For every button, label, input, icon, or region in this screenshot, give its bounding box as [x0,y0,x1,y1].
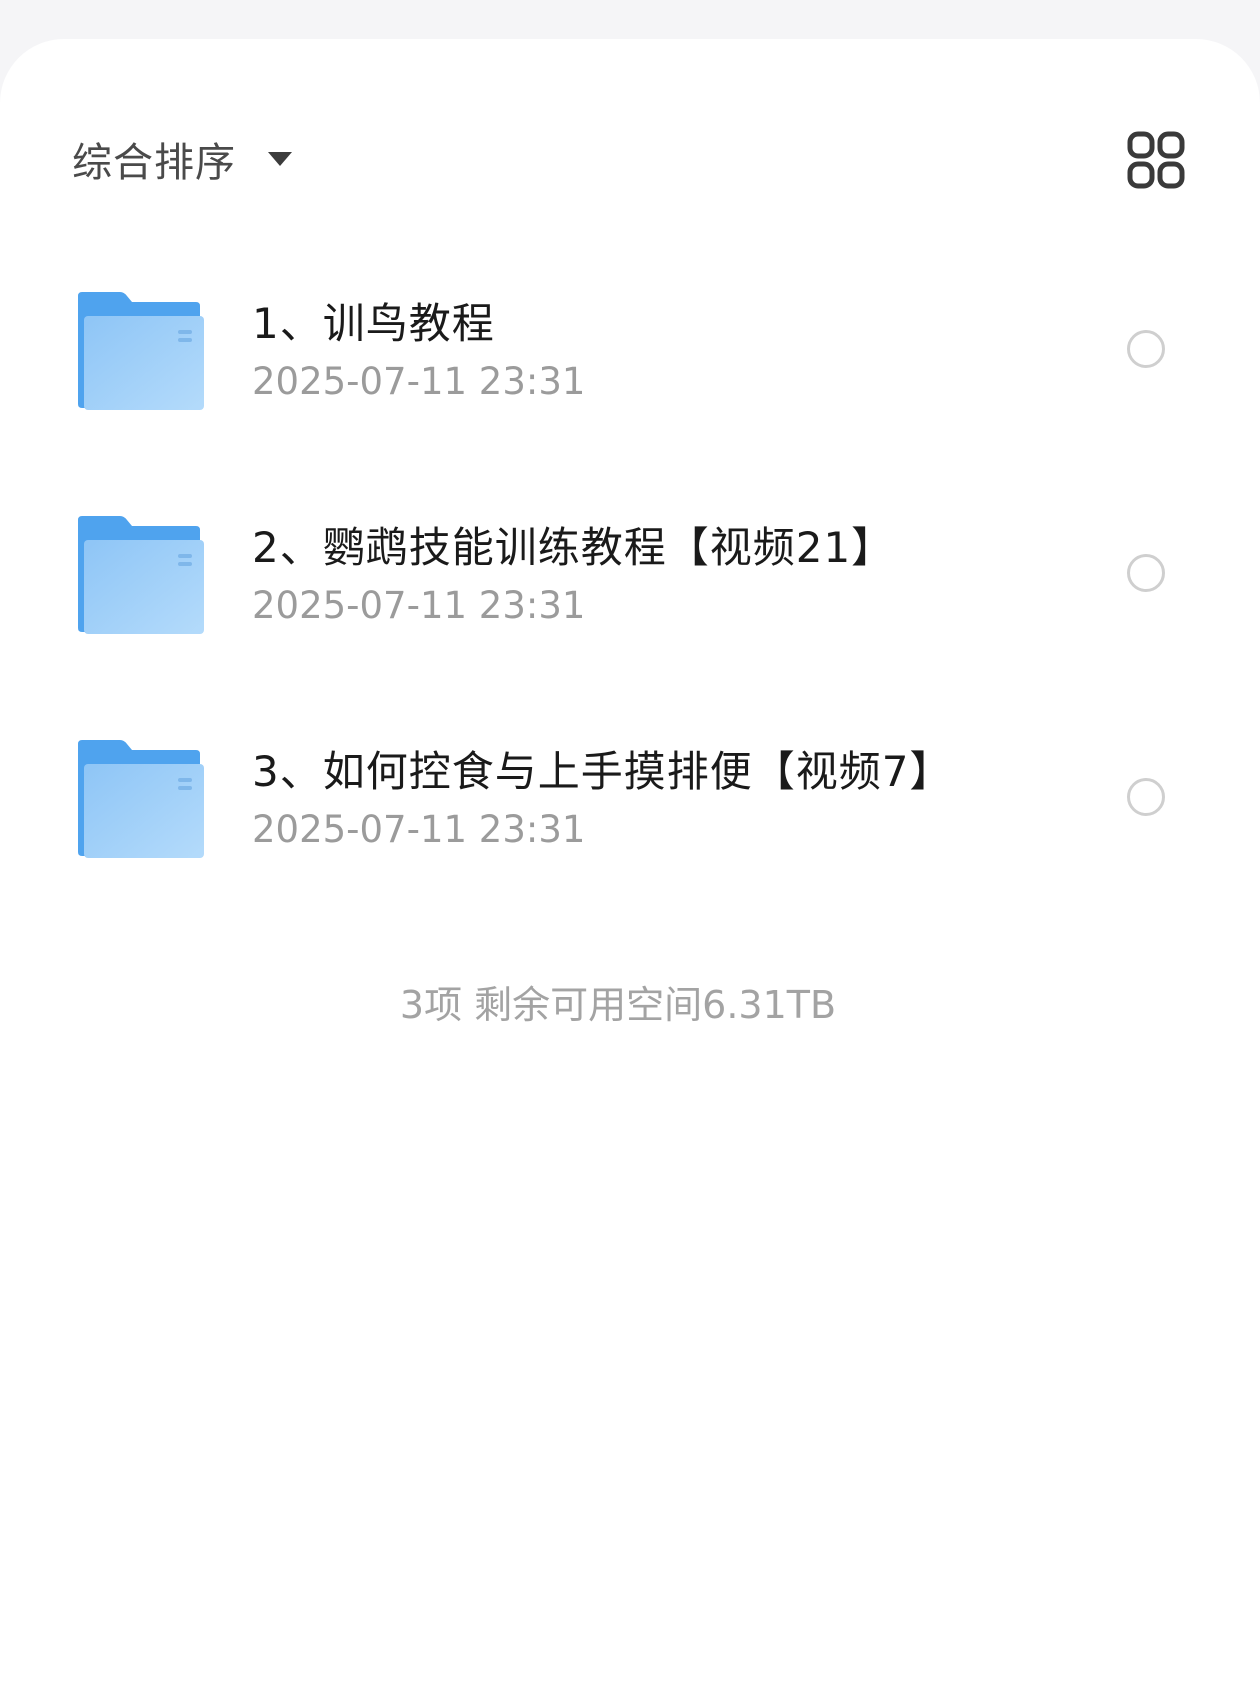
sort-dropdown[interactable]: 综合排序 [72,129,292,189]
file-list: 1、训鸟教程 2025-07-11 23:31 2、鹦鹉技能训练教程【视频21】… [0,254,1260,926]
select-radio[interactable] [1127,554,1165,592]
file-name: 2、鹦鹉技能训练教程【视频21】 [252,523,895,572]
select-radio[interactable] [1127,778,1165,816]
caret-down-icon [268,152,292,166]
file-list-sheet: 综合排序 1、训鸟教程 2025-07-11 23:31 2、鹦鹉技能训练教程【… [0,39,1260,1692]
select-radio[interactable] [1127,330,1165,368]
file-name: 3、如何控食与上手摸排便【视频7】 [252,747,953,796]
folder-icon [76,292,204,410]
sort-label: 综合排序 [72,140,236,186]
file-row[interactable]: 3、如何控食与上手摸排便【视频7】 2025-07-11 23:31 [0,702,1260,926]
grid-view-icon[interactable] [1127,131,1185,189]
folder-icon [76,740,204,858]
file-date: 2025-07-11 23:31 [252,360,586,403]
file-date: 2025-07-11 23:31 [252,808,586,851]
toolbar: 综合排序 [72,117,1188,201]
file-row[interactable]: 1、训鸟教程 2025-07-11 23:31 [0,254,1260,478]
storage-summary: 3项 剩余可用空间6.31TB [399,983,837,1027]
file-date: 2025-07-11 23:31 [252,584,586,627]
file-row[interactable]: 2、鹦鹉技能训练教程【视频21】 2025-07-11 23:31 [0,478,1260,702]
file-name: 1、训鸟教程 [252,299,495,348]
folder-icon [76,516,204,634]
